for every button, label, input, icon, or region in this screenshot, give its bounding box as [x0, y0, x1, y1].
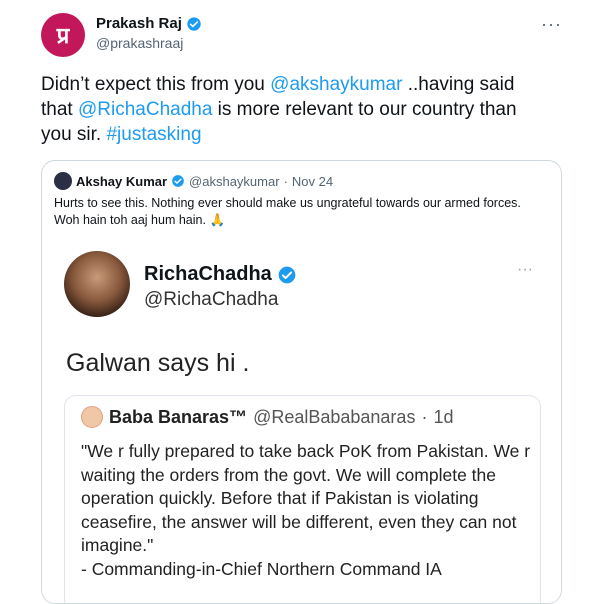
inner-time: 1d — [433, 406, 454, 427]
image-author-name: RichaChadha — [144, 263, 272, 285]
image-quoted-card: Baba Banaras™ @RealBababanaras · 1d "We … — [64, 395, 541, 603]
quoted-text: Hurts to see this. Nothing ever should m… — [54, 196, 521, 227]
mention-link[interactable]: @akshaykumar — [270, 74, 402, 95]
inner-text: "We r fully prepared to take back PoK fr… — [81, 440, 536, 581]
inner-quote: "We r fully prepared to take back PoK fr… — [81, 441, 531, 555]
quoted-author-handle: @akshaykumar — [189, 173, 280, 189]
inner-avatar — [81, 406, 103, 428]
hashtag-link[interactable]: #justasking — [106, 124, 201, 145]
quoted-author-avatar — [54, 172, 72, 190]
author-avatar[interactable]: प्र — [41, 13, 85, 57]
inner-author-name: Baba Banaras™ — [109, 406, 248, 427]
image-more-icon: ··· — [517, 261, 533, 278]
mention-link[interactable]: @RichaChadha — [78, 99, 212, 120]
separator: · — [421, 406, 428, 427]
quoted-tweet-text: Hurts to see this. Nothing ever should m… — [54, 195, 549, 229]
tweet-text-part: Didn’t expect this from you — [41, 74, 271, 95]
inner-sign: - Commanding-in-Chief Northern Command I… — [81, 558, 442, 579]
image-author-name-row: RichaChadha — [144, 263, 297, 286]
attached-image[interactable]: RichaChadha @RichaChadha ··· Galwan says… — [42, 241, 561, 603]
separator: · — [283, 173, 288, 189]
image-tweet-text: Galwan says hi . — [66, 349, 250, 377]
author-name[interactable]: Prakash Raj — [96, 15, 182, 32]
author-handle[interactable]: @prakashraaj — [96, 35, 183, 51]
verified-icon — [278, 266, 296, 283]
folded-hands-icon: 🙏 — [209, 213, 226, 227]
tweet-text: Didn’t expect this from you @akshaykumar… — [41, 72, 541, 147]
inner-header: Baba Banaras™ @RealBababanaras · 1d — [81, 406, 453, 428]
verified-icon — [172, 175, 184, 187]
richa-avatar — [64, 251, 130, 317]
inner-author-handle: @RealBababanaras — [253, 406, 416, 427]
tweet[interactable]: प्र Prakash Raj @prakashraaj ··· Didn’t … — [0, 0, 600, 604]
author-name-row[interactable]: Prakash Raj — [96, 15, 202, 32]
more-options-icon[interactable]: ··· — [541, 14, 562, 35]
quoted-tweet[interactable]: Akshay Kumar @akshaykumar · Nov 24 Hurts… — [41, 160, 562, 604]
image-author-handle: @RichaChadha — [144, 289, 279, 310]
verified-icon — [187, 16, 201, 31]
quoted-author-name: Akshay Kumar — [76, 173, 168, 189]
quoted-date: Nov 24 — [291, 173, 334, 189]
quoted-tweet-header: Akshay Kumar @akshaykumar · Nov 24 — [54, 172, 333, 190]
